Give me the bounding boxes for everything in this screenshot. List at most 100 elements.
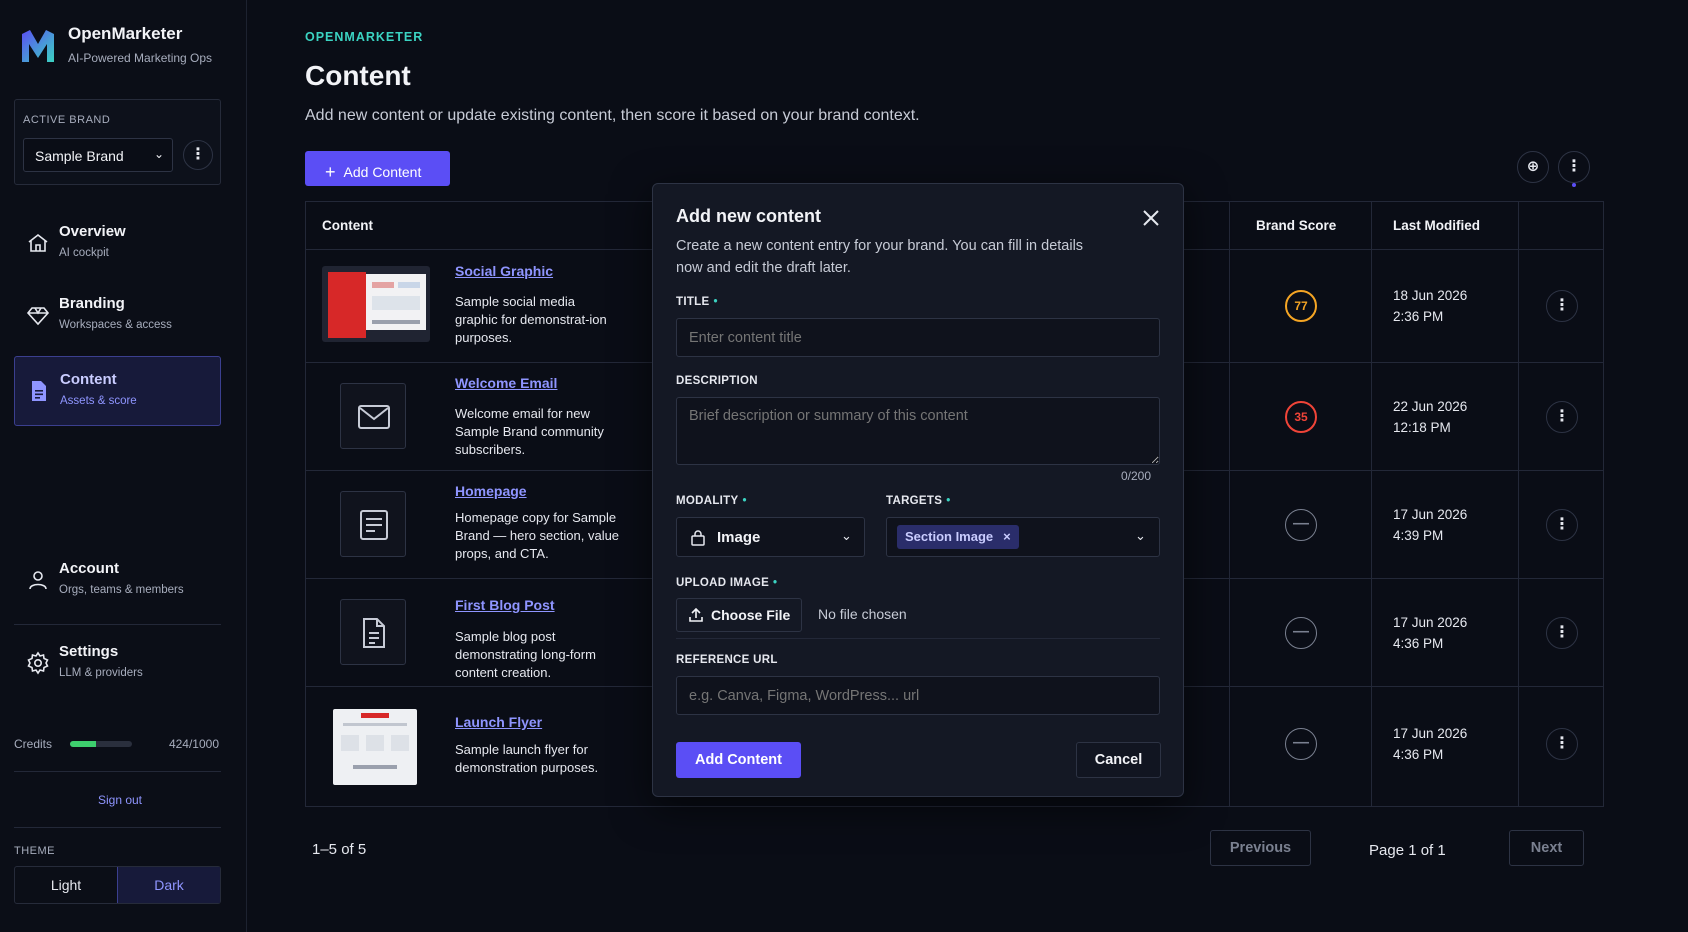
diamond-icon [26,307,50,326]
sidebar-item-subtitle: LLM & providers [59,667,143,679]
last-modified-date: 17 Jun 2026 [1393,726,1468,741]
page-title: Content [305,60,411,91]
theme-light-button[interactable]: Light [15,867,117,903]
social-graphic-thumbnail [322,266,430,342]
content-description: Sample social media graphic for demonstr… [455,294,607,345]
theme-label: THEME [14,845,55,857]
brand-score-empty: — [1285,617,1317,649]
more-vertical-icon: ⋮ [1554,516,1570,533]
sidebar: OpenMarketer AI-Powered Marketing Ops AC… [0,0,247,932]
brand-score-empty: — [1285,728,1317,760]
pagination-page-label: Page 1 of 1 [1369,842,1446,859]
targets-field-label: TARGETS • [886,495,951,507]
modality-field-label: MODALITY • [676,495,747,507]
targets-select[interactable]: Section Image × ⌄ [886,517,1160,557]
choose-file-button[interactable]: Choose File [676,598,802,632]
modal-add-content-button[interactable]: Add Content [676,742,801,778]
active-brand-panel: ACTIVE BRAND Sample Brand ⌄ ⋮ [14,99,221,185]
next-page-button[interactable]: Next [1509,830,1584,866]
content-title-link[interactable]: Homepage [455,483,527,499]
add-content-button[interactable]: + Add Content [305,151,450,186]
content-title-link[interactable]: First Blog Post [455,597,555,613]
row-more-button[interactable]: ⋮ [1546,617,1578,649]
last-modified-time: 2:36 PM [1393,309,1444,324]
plus-circle-icon: ⊕ [1526,158,1540,175]
brand-score-empty: — [1285,509,1317,541]
sidebar-item-content[interactable]: Content Assets & score [14,356,221,426]
more-vertical-icon: ⋮ [1554,297,1570,314]
content-thumbnail [340,491,406,557]
credits-progress-bar [70,741,132,747]
add-content-modal: Add new content Create a new content ent… [652,183,1184,797]
sidebar-item-settings[interactable]: Settings LLM & providers [14,629,221,699]
modal-description: Create a new content entry for your bran… [676,238,1084,276]
last-modified-date: 22 Jun 2026 [1393,399,1468,414]
sign-out-link[interactable]: Sign out [14,793,226,807]
add-circle-button[interactable]: ⊕ [1517,151,1549,183]
description-textarea[interactable] [676,397,1160,465]
sidebar-divider [14,827,221,828]
close-icon[interactable] [1141,208,1161,228]
sidebar-item-title: Overview [59,223,126,240]
last-modified-time: 4:36 PM [1393,636,1444,651]
reference-url-input[interactable] [676,676,1160,715]
row-more-button[interactable]: ⋮ [1546,509,1578,541]
description-field-label: DESCRIPTION [676,375,758,387]
last-modified-time: 12:18 PM [1393,420,1451,435]
sidebar-item-subtitle: Assets & score [60,395,137,407]
theme-dark-button[interactable]: Dark [117,867,220,903]
content-thumbnail [340,599,406,665]
title-field-label: TITLE • [676,296,718,308]
last-modified-date: 17 Jun 2026 [1393,615,1468,630]
pagination-range: 1–5 of 5 [312,841,367,858]
content-description: Sample blog post demonstrating long-form… [455,629,596,680]
page-eyebrow: OPENMARKETER [305,30,424,44]
modal-cancel-button[interactable]: Cancel [1076,742,1161,778]
last-modified: 17 Jun 2026 4:39 PM [1393,504,1467,546]
column-header-content[interactable]: Content [322,202,373,249]
target-chip-label: Section Image [905,529,994,544]
credits-progress-fill [70,741,97,747]
brand-more-button[interactable]: ⋮ [183,140,213,170]
upload-field-label: UPLOAD IMAGE • [676,577,778,589]
title-input[interactable] [676,318,1160,357]
column-header-brand-score[interactable]: Brand Score [1256,202,1336,249]
chevron-down-icon: ⌄ [153,147,164,161]
modality-value: Image [717,529,761,546]
brand-select[interactable]: Sample Brand ⌄ [23,138,173,172]
chevron-down-icon: ⌄ [841,528,852,543]
last-modified: 17 Jun 2026 4:36 PM [1393,612,1467,654]
sidebar-item-subtitle: Workspaces & access [59,319,172,331]
row-more-button[interactable]: ⋮ [1546,290,1578,322]
row-more-button[interactable]: ⋮ [1546,401,1578,433]
app-name: OpenMarketer [68,24,183,43]
row-more-button[interactable]: ⋮ [1546,728,1578,760]
sidebar-item-title: Branding [59,295,125,312]
sidebar-item-subtitle: AI cockpit [59,247,109,259]
previous-page-button[interactable]: Previous [1210,830,1311,866]
modality-select[interactable]: Image ⌄ [676,517,865,557]
chevron-down-icon: ⌄ [1135,528,1146,543]
sidebar-divider [14,624,221,625]
gear-icon [27,651,49,675]
page-subtitle: Add new content or update existing conte… [305,107,920,124]
file-status: No file chosen [818,606,907,622]
sidebar-item-overview[interactable]: Overview AI cockpit [14,209,221,279]
content-title-link[interactable]: Welcome Email [455,375,557,391]
credits-label: Credits [14,737,53,751]
theme-toggle: Light Dark [14,866,221,904]
sidebar-item-subtitle: Orgs, teams & members [59,584,184,596]
column-header-last-modified[interactable]: Last Modified [1393,202,1480,249]
content-title-link[interactable]: Launch Flyer [455,714,542,730]
last-modified: 22 Jun 2026 12:18 PM [1393,396,1467,438]
brand-score-badge: 77 [1285,290,1317,322]
sidebar-item-account[interactable]: Account Orgs, teams & members [14,546,221,616]
content-title-link[interactable]: Social Graphic [455,263,553,279]
last-modified: 18 Jun 2026 2:36 PM [1393,285,1467,327]
brand-select-value: Sample Brand [35,148,124,164]
openmarketer-logo [22,30,54,62]
sidebar-item-branding[interactable]: Branding Workspaces & access [14,281,221,351]
page-more-button[interactable]: ⋮ [1558,151,1590,183]
image-lock-icon [691,530,705,546]
remove-chip-icon[interactable]: × [1003,529,1011,544]
